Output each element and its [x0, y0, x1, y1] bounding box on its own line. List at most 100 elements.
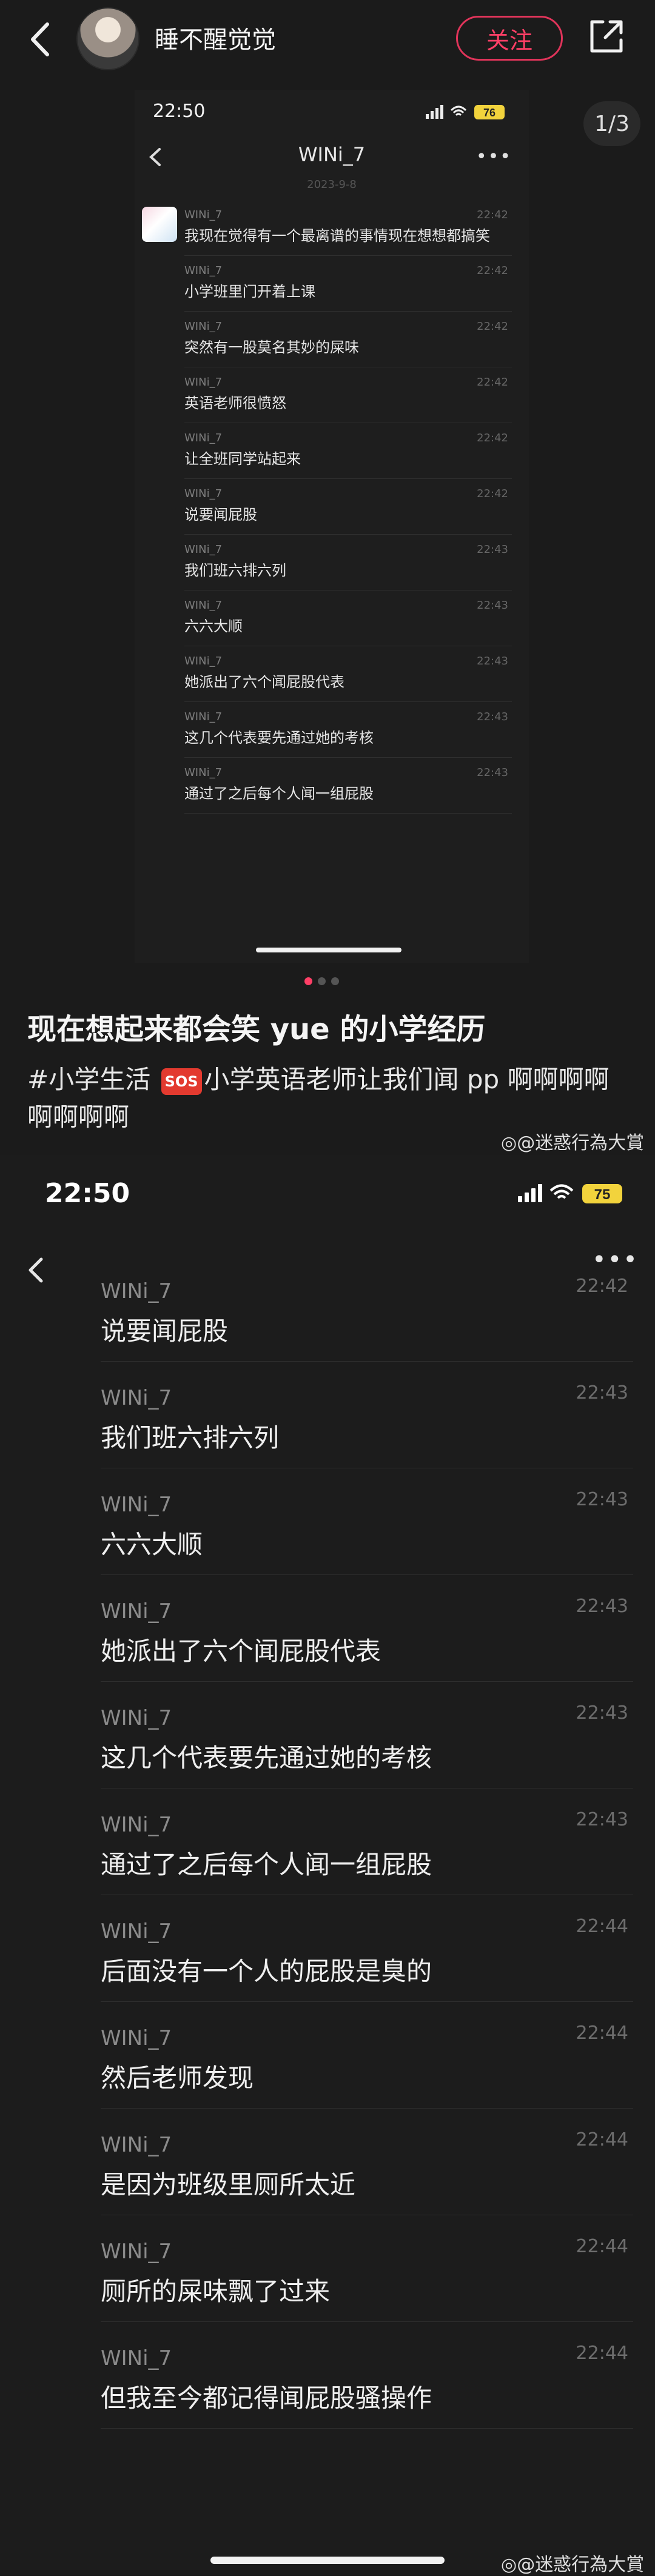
- message-time: 22:43: [477, 711, 508, 723]
- sender-name: WINi_7: [184, 320, 223, 333]
- message-row: WINi_7 22:43 这几个代表要先通过她的考核: [101, 1682, 633, 1788]
- message-row: WINi_7 22:43 她派出了六个闻屁股代表: [184, 646, 512, 702]
- sender-name: WINi_7: [101, 1813, 172, 1837]
- sender-name: WINi_7: [101, 1919, 172, 1944]
- carousel-indicator: [304, 977, 353, 986]
- inner-more-icon: •••: [475, 146, 512, 167]
- inner-status-time: 22:50: [153, 101, 206, 122]
- sender-name: WINi_7: [184, 599, 223, 612]
- message-row: WINi_7 22:43 通过了之后每个人闻一组屁股: [184, 758, 512, 814]
- message-text: 六六大顺: [184, 618, 243, 635]
- sender-name: WINi_7: [101, 1386, 172, 1410]
- weibo-watermark: ◎@迷惑行為大賞: [501, 1132, 645, 1154]
- chat-screenshot: 22:50 75 ••• WINi_7 22:42 说要闻屁股 WINi_7 22:43…: [0, 1155, 655, 2575]
- message-text: 然后老师发现: [101, 2063, 254, 2093]
- message-text: 突然有一股莫名其妙的屎味: [184, 339, 359, 356]
- chat-message-list: WINi_7 22:42 说要闻屁股 WINi_7 22:43 我们班六排六列 WINi_7…: [101, 1255, 633, 2429]
- message-row: WINi_7 22:44 然后老师发现: [101, 2002, 633, 2109]
- share-icon[interactable]: [587, 18, 625, 56]
- message-time: 22:44: [576, 1916, 628, 1937]
- message-text: 让全班同学站起来: [184, 450, 301, 467]
- status-icons: 75: [518, 1184, 622, 1203]
- message-text: 我们班六排六列: [101, 1423, 280, 1453]
- message-text: 这几个代表要先通过她的考核: [184, 729, 374, 746]
- message-time: 22:42: [477, 320, 508, 333]
- home-indicator: [210, 2557, 445, 2564]
- inner-status-icons: 76: [426, 105, 505, 119]
- message-time: 22:42: [477, 487, 508, 500]
- back-chevron-icon[interactable]: [24, 18, 61, 61]
- author-username[interactable]: 睡不醒觉觉: [155, 20, 276, 55]
- message-row: WINi_7 22:44 后面没有一个人的屁股是臭的: [101, 1895, 633, 2002]
- carousel-dot-active: [304, 977, 312, 985]
- image-counter: 1/3: [583, 101, 640, 146]
- sender-name: WINi_7: [184, 264, 223, 277]
- message-time: 22:42: [477, 209, 508, 221]
- post-image-chat-screenshot[interactable]: 22:50 76 WINi_7 ••• 2023-9-8 WINi_7 22:42…: [135, 90, 529, 963]
- message-row: WINi_7 22:43 我们班六排六列: [101, 1362, 633, 1468]
- follow-button[interactable]: 关注: [456, 16, 563, 61]
- sender-name: WINi_7: [184, 655, 223, 667]
- message-row: WINi_7 22:42 英语老师很愤怒: [184, 367, 512, 423]
- message-time: 22:43: [576, 1489, 628, 1510]
- message-row: WINi_7 22:44 但我至今都记得闻屁股骚操作: [101, 2322, 633, 2429]
- message-row: WINi_7 22:43 我们班六排六列: [184, 535, 512, 590]
- message-time: 22:43: [576, 1809, 628, 1830]
- weibo-logo-icon: ◎: [501, 1132, 517, 1154]
- carousel-dot: [331, 977, 339, 985]
- chat-back-icon[interactable]: [23, 1252, 47, 1288]
- message-row: WINi_7 22:43 她派出了六个闻屁股代表: [101, 1575, 633, 1682]
- inner-message-list: WINi_7 22:42 我现在觉得有一个最离谱的事情现在想想都搞笑 WINi_7 22…: [184, 200, 512, 814]
- battery-level: 75: [594, 1186, 611, 1203]
- message-time: 22:42: [477, 376, 508, 389]
- message-time: 22:42: [576, 1276, 628, 1297]
- message-time: 22:44: [576, 2129, 628, 2150]
- inner-home-indicator: [256, 948, 401, 952]
- message-time: 22:44: [576, 2236, 628, 2257]
- message-row: WINi_7 22:43 六六大顺: [184, 590, 512, 646]
- inner-chat-title: WINi_7: [298, 143, 366, 166]
- inner-battery-level: 76: [483, 107, 495, 119]
- post-title: 现在想起来都会笑 yue 的小学经历: [27, 1012, 486, 1046]
- message-time: 22:44: [576, 2022, 628, 2044]
- message-row: WINi_7 22:44 厕所的屎味飘了过来: [101, 2215, 633, 2322]
- weibo-logo-icon: ◎: [501, 2554, 517, 2575]
- message-text: 通过了之后每个人闻一组屁股: [101, 1850, 432, 1879]
- message-text: 通过了之后每个人闻一组屁股: [184, 785, 374, 802]
- sender-name: WINi_7: [184, 543, 223, 556]
- message-text: 厕所的屎味飘了过来: [101, 2277, 331, 2306]
- message-time: 22:44: [576, 2343, 628, 2364]
- message-text: 这几个代表要先通过她的考核: [101, 1743, 432, 1773]
- sender-name: WINi_7: [101, 1279, 172, 1303]
- message-text: 英语老师很愤怒: [184, 395, 286, 412]
- post-viewer: 睡不醒觉觉 关注 1/3 22:50 76 WINi_7 ••• 2023-9-…: [0, 0, 655, 1155]
- sender-name: WINi_7: [101, 1599, 172, 1624]
- message-text: 说要闻屁股: [101, 1316, 229, 1346]
- sender-name: WINi_7: [101, 2240, 172, 2264]
- message-row: WINi_7 22:42 让全班同学站起来: [184, 423, 512, 479]
- status-time: 22:50: [45, 1178, 130, 1209]
- message-time: 22:43: [576, 1382, 628, 1403]
- message-text: 我现在觉得有一个最离谱的事情现在想想都搞笑: [184, 227, 490, 244]
- author-avatar[interactable]: [76, 7, 139, 70]
- message-row: WINi_7 22:44 是因为班级里厕所太近: [101, 2109, 633, 2215]
- sos-emoji-icon: SOS: [161, 1068, 202, 1095]
- message-text: 但我至今都记得闻屁股骚操作: [101, 2383, 432, 2413]
- hashtag-link[interactable]: #小学生活: [27, 1065, 150, 1094]
- sender-name: WINi_7: [184, 487, 223, 500]
- message-row: WINi_7 22:42 说要闻屁股: [101, 1255, 633, 1362]
- inner-date: 2023-9-8: [307, 178, 357, 191]
- message-time: 22:43: [477, 599, 508, 612]
- weibo-watermark-bottom: ◎@迷惑行為大賞: [501, 2554, 645, 2575]
- sender-name: WINi_7: [184, 376, 223, 389]
- message-time: 22:43: [576, 1596, 628, 1617]
- message-row: WINi_7 22:42 小学班里门开着上课: [184, 256, 512, 312]
- sender-name: WINi_7: [101, 1493, 172, 1517]
- message-text: 我们班六排六列: [184, 562, 286, 579]
- message-time: 22:43: [477, 766, 508, 779]
- inner-sender-avatar: [142, 207, 177, 242]
- message-text: 后面没有一个人的屁股是臭的: [101, 1956, 432, 1986]
- message-row: WINi_7 22:43 六六大顺: [101, 1468, 633, 1575]
- message-time: 22:42: [477, 432, 508, 444]
- sender-name: WINi_7: [184, 432, 223, 444]
